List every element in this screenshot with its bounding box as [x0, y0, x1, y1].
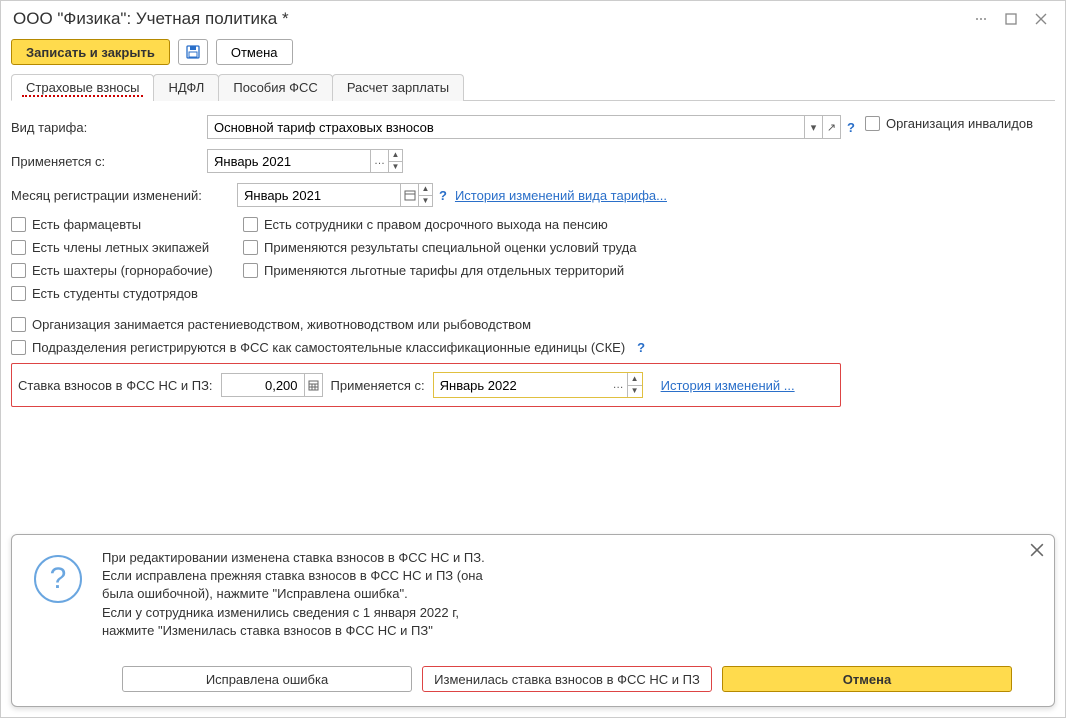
dialog-close-icon[interactable] [1030, 543, 1044, 562]
spinner[interactable]: ▲▼ [628, 373, 642, 397]
chk-students[interactable] [11, 286, 26, 301]
floppy-icon [185, 44, 201, 60]
calc-icon[interactable] [305, 373, 323, 397]
chk-label: Применяются результаты специальной оценк… [264, 240, 636, 255]
error-fixed-button[interactable]: Исправлена ошибка [122, 666, 412, 692]
help-icon[interactable]: ? [847, 120, 855, 135]
cancel-button[interactable]: Отмена [216, 39, 293, 65]
month-reg-input[interactable] [237, 183, 401, 207]
tab-underline [22, 95, 143, 97]
rate-from-input[interactable] [434, 373, 610, 397]
titlebar: ООО "Физика": Учетная политика * [1, 1, 1065, 35]
window-title: ООО "Физика": Учетная политика * [13, 9, 963, 29]
tariff-label: Вид тарифа: [11, 120, 207, 135]
question-icon: ? [34, 555, 82, 603]
dialog-line: Если исправлена прежняя ставка взносов в… [102, 567, 485, 585]
dialog-line: нажмите "Изменилась ставка взносов в ФСС… [102, 622, 485, 640]
close-icon[interactable] [1029, 7, 1053, 31]
tab-label: Страховые взносы [26, 80, 139, 95]
spinner[interactable]: ▲▼ [389, 149, 403, 173]
org-invalid-checkbox[interactable] [865, 116, 880, 131]
ellipsis-icon[interactable]: … [610, 373, 628, 397]
chk-label: Подразделения регистрируются в ФСС как с… [32, 340, 625, 355]
chk-label: Есть студенты студотрядов [32, 286, 198, 301]
applies-from-input[interactable] [207, 149, 371, 173]
maximize-icon[interactable] [999, 7, 1023, 31]
dialog-line: При редактировании изменена ставка взнос… [102, 549, 485, 567]
chk-label: Есть сотрудники с правом досрочного выхо… [264, 217, 608, 232]
toolbar: Записать и закрыть Отмена [1, 35, 1065, 73]
chk-special[interactable] [243, 240, 258, 255]
tab-ndfl[interactable]: НДФЛ [153, 74, 219, 101]
chk-label: Организация занимается растениеводством,… [32, 317, 531, 332]
dropdown-icon[interactable]: ▾ [805, 115, 823, 139]
dialog-text: При редактировании изменена ставка взнос… [102, 549, 485, 640]
chk-label: Есть члены летных экипажей [32, 240, 209, 255]
month-reg-label: Месяц регистрации изменений: [11, 188, 237, 203]
dialog-line: Если у сотрудника изменились сведения с … [102, 604, 485, 622]
save-close-button[interactable]: Записать и закрыть [11, 39, 170, 65]
save-button[interactable] [178, 39, 208, 65]
spinner[interactable]: ▲▼ [419, 183, 433, 207]
chk-pension[interactable] [243, 217, 258, 232]
rate-changed-button[interactable]: Изменилась ставка взносов в ФСС НС и ПЗ [422, 666, 712, 692]
chk-label: Есть фармацевты [32, 217, 141, 232]
tariff-input[interactable] [207, 115, 805, 139]
history-link[interactable]: История изменений вида тарифа... [455, 188, 667, 203]
applies-from-label: Применяется с: [11, 154, 207, 169]
tab-salary[interactable]: Расчет зарплаты [332, 74, 464, 101]
tabs: Страховые взносы НДФЛ Пособия ФСС Расчет… [11, 73, 1055, 101]
history-link-2[interactable]: История изменений ... [661, 378, 795, 393]
help-icon[interactable]: ? [637, 340, 645, 355]
chk-label: Есть шахтеры (горнорабочие) [32, 263, 213, 278]
open-icon[interactable]: ↗ [823, 115, 841, 139]
dialog-cancel-button[interactable]: Отмена [722, 666, 1012, 692]
calendar-icon[interactable] [401, 183, 419, 207]
help-icon[interactable]: ? [439, 188, 447, 203]
rate-panel: Ставка взносов в ФСС НС и ПЗ: Применяетс… [11, 363, 841, 407]
dots-icon[interactable] [969, 7, 993, 31]
tab-benefits[interactable]: Пособия ФСС [218, 74, 332, 101]
chk-pharma[interactable] [11, 217, 26, 232]
chk-miners[interactable] [11, 263, 26, 278]
chk-crew[interactable] [11, 240, 26, 255]
content: Вид тарифа: ▾ ↗ ? Организация инвалидов … [1, 101, 1065, 528]
dialog-line: была ошибочной), нажмите "Исправлена оши… [102, 585, 485, 603]
rate-input[interactable] [221, 373, 305, 397]
dialog: ? При редактировании изменена ставка взн… [11, 534, 1055, 707]
chk-ske[interactable] [11, 340, 26, 355]
chk-label: Применяются льготные тарифы для отдельны… [264, 263, 624, 278]
chk-agro[interactable] [11, 317, 26, 332]
org-invalid-label: Организация инвалидов [886, 116, 1033, 131]
chk-territory[interactable] [243, 263, 258, 278]
tab-insurance[interactable]: Страховые взносы [11, 74, 154, 101]
rate-label: Ставка взносов в ФСС НС и ПЗ: [18, 378, 213, 393]
ellipsis-icon[interactable]: … [371, 149, 389, 173]
rate-from-label: Применяется с: [331, 378, 425, 393]
